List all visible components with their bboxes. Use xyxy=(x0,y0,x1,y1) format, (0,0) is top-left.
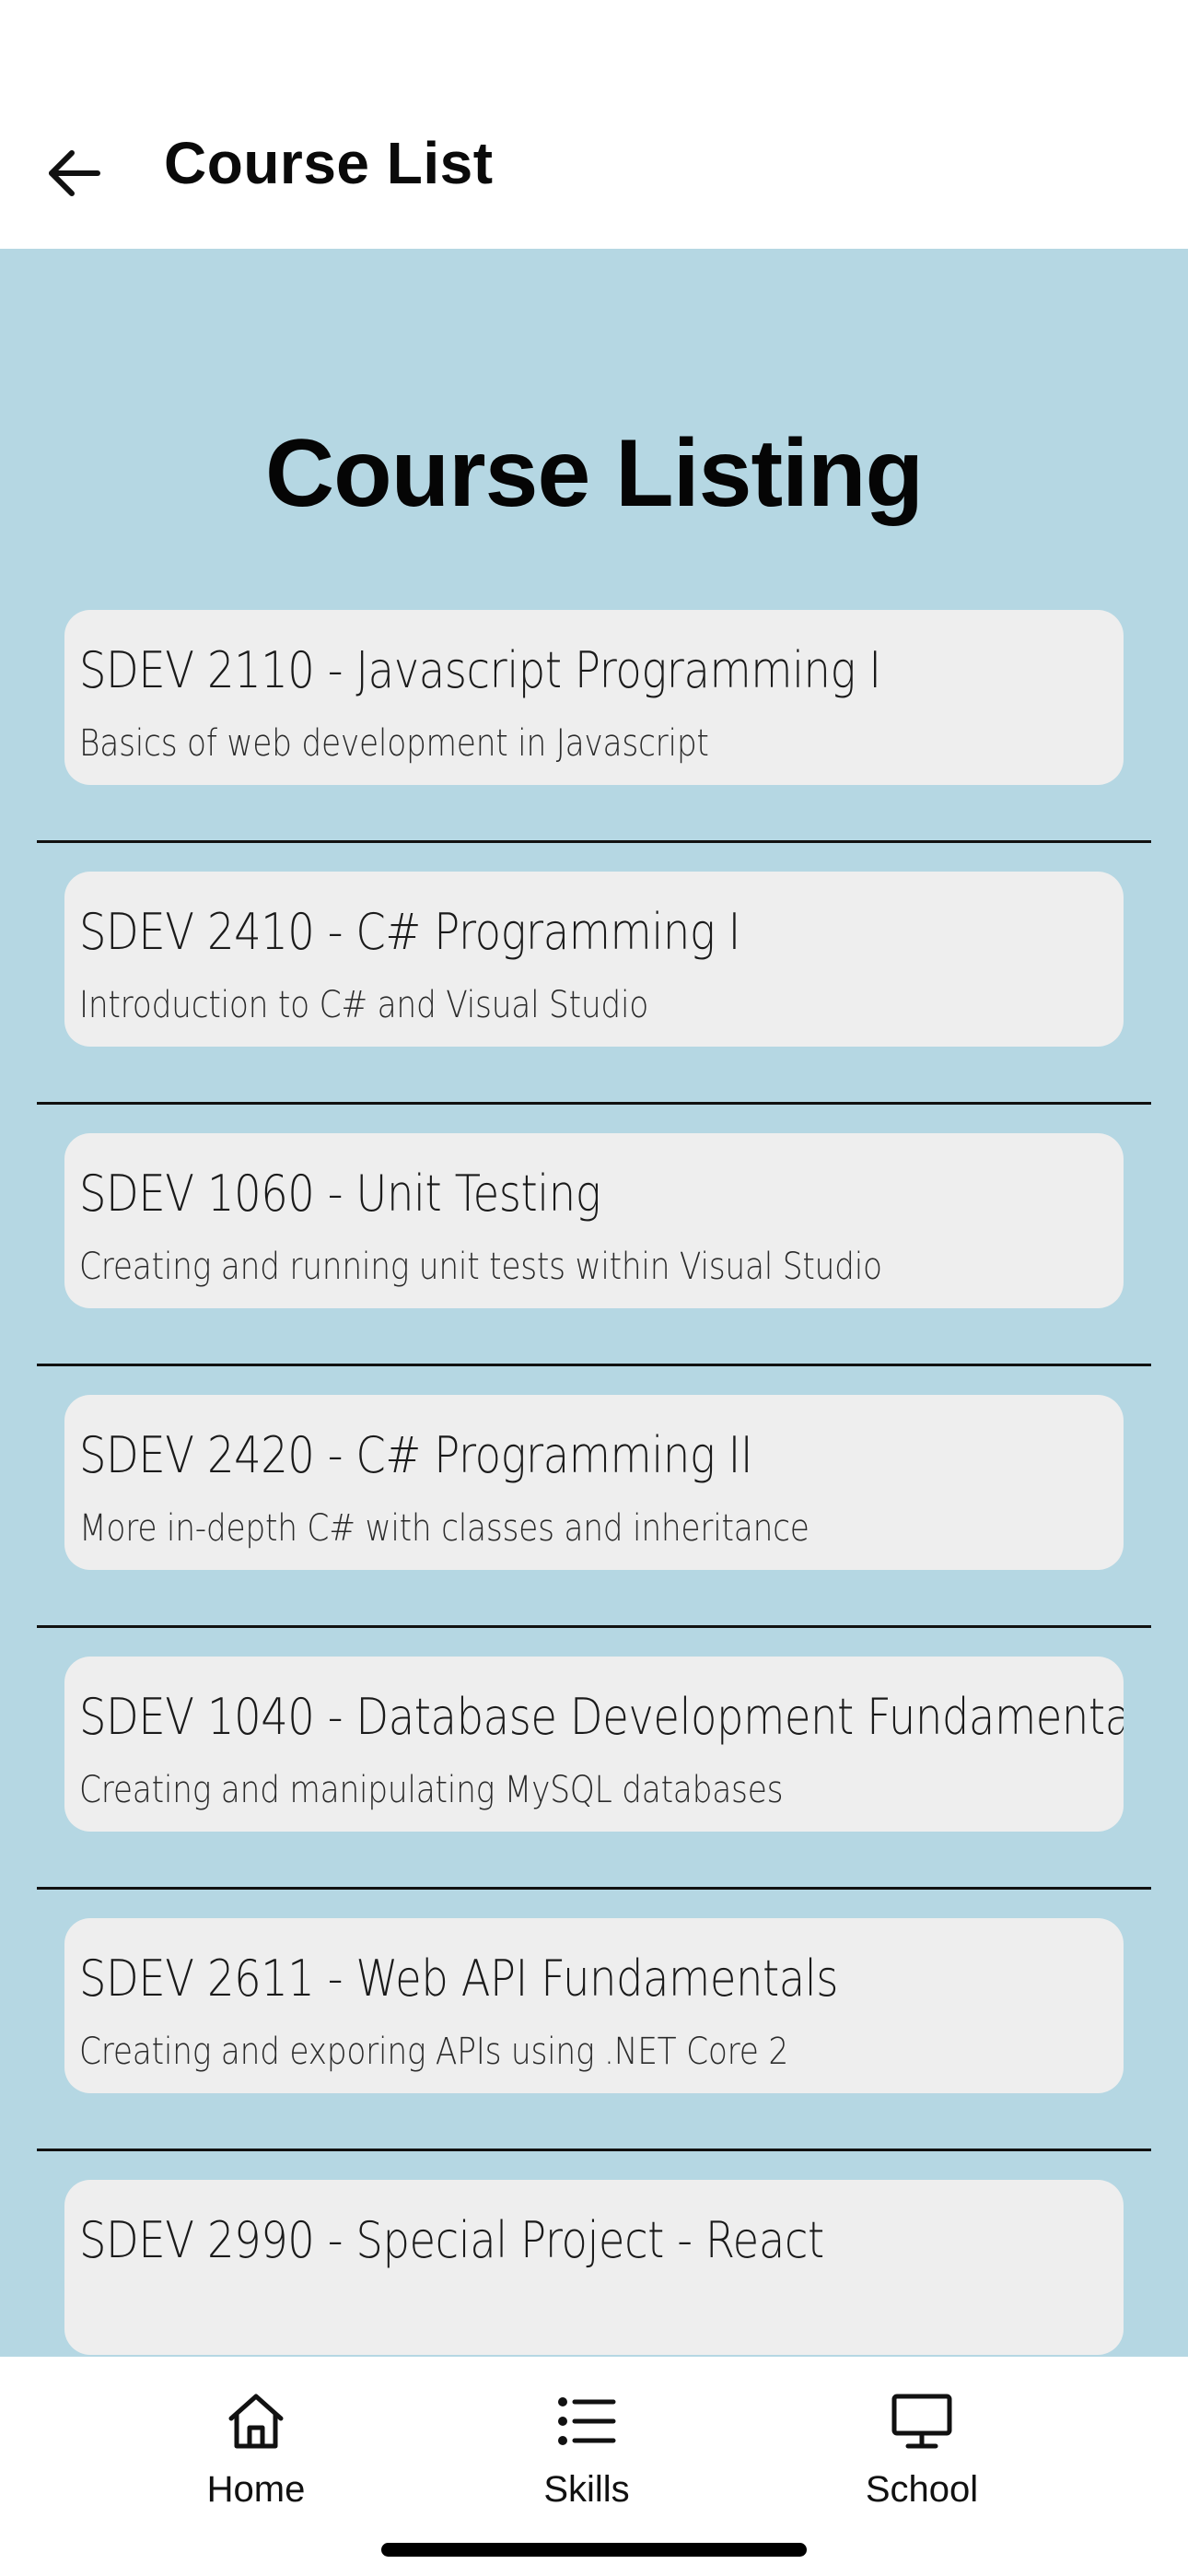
divider xyxy=(37,1364,1151,1366)
course-title: SDEV 1060 - Unit Testing xyxy=(79,1165,601,1223)
tab-school[interactable]: School xyxy=(811,2384,1032,2523)
course-card[interactable]: SDEV 2420 - C# Programming II More in-de… xyxy=(64,1395,1124,1570)
course-title: SDEV 2110 - Javascript Programming I xyxy=(79,641,881,699)
course-description: Creating and running unit tests within V… xyxy=(79,1246,882,1288)
course-card[interactable]: SDEV 2611 - Web API Fundamentals Creatin… xyxy=(64,1918,1124,2093)
course-card[interactable]: SDEV 1040 - Database Development Fundame… xyxy=(64,1657,1124,1832)
list-item: SDEV 1060 - Unit Testing Creating and ru… xyxy=(0,1133,1188,1395)
list-item: SDEV 1040 - Database Development Fundame… xyxy=(0,1657,1188,1918)
course-description: Creating and manipulating MySQL database… xyxy=(79,1769,784,1811)
course-description: More in-depth C# with classes and inheri… xyxy=(79,1507,809,1550)
home-indicator[interactable] xyxy=(381,2543,807,2557)
list-item: SDEV 2420 - C# Programming II More in-de… xyxy=(0,1395,1188,1657)
tab-home[interactable]: Home xyxy=(146,2384,367,2523)
app-header: Course List xyxy=(0,0,1188,249)
back-button[interactable] xyxy=(37,136,111,210)
course-list-screen[interactable]: Course Listing SDEV 2110 - Javascript Pr… xyxy=(0,249,1188,2357)
page-heading: Course Listing xyxy=(264,420,924,527)
list-item: SDEV 2110 - Javascript Programming I Bas… xyxy=(0,610,1188,872)
tab-label: School xyxy=(865,2469,979,2510)
course-title: SDEV 2611 - Web API Fundamentals xyxy=(79,1950,839,2008)
tab-skills[interactable]: Skills xyxy=(476,2384,697,2523)
course-title: SDEV 2420 - C# Programming II xyxy=(79,1426,753,1484)
course-card[interactable]: SDEV 1060 - Unit Testing Creating and ru… xyxy=(64,1133,1124,1308)
course-title: SDEV 2990 - Special Project - React xyxy=(79,2211,824,2269)
divider xyxy=(37,1887,1151,1890)
course-description: Creating and exporing APIs using .NET Co… xyxy=(79,2031,788,2073)
course-card[interactable]: SDEV 2990 - Special Project - React xyxy=(64,2180,1124,2355)
course-card[interactable]: SDEV 2410 - C# Programming I Introductio… xyxy=(64,872,1124,1047)
tab-label: Home xyxy=(206,2469,306,2510)
course-description: Basics of web development in Javascript xyxy=(79,722,709,765)
divider xyxy=(37,840,1151,843)
list-icon xyxy=(550,2384,623,2458)
list-item: SDEV 2410 - C# Programming I Introductio… xyxy=(0,872,1188,1133)
monitor-icon xyxy=(885,2384,959,2458)
list-item: SDEV 2611 - Web API Fundamentals Creatin… xyxy=(0,1918,1188,2180)
course-title: SDEV 2410 - C# Programming I xyxy=(79,903,740,961)
course-description: Introduction to C# and Visual Studio xyxy=(79,984,649,1026)
home-icon xyxy=(219,2384,293,2458)
tab-label: Skills xyxy=(543,2469,630,2510)
list-item: SDEV 2990 - Special Project - React xyxy=(0,2180,1188,2357)
arrow-left-icon xyxy=(49,150,100,196)
divider xyxy=(37,2149,1151,2151)
divider xyxy=(37,1102,1151,1105)
course-card[interactable]: SDEV 2110 - Javascript Programming I Bas… xyxy=(64,610,1124,785)
course-list: SDEV 2110 - Javascript Programming I Bas… xyxy=(0,610,1188,2357)
course-title: SDEV 1040 - Database Development Fundame… xyxy=(79,1688,1124,1746)
header-title: Course List xyxy=(164,130,494,196)
divider xyxy=(37,1625,1151,1628)
